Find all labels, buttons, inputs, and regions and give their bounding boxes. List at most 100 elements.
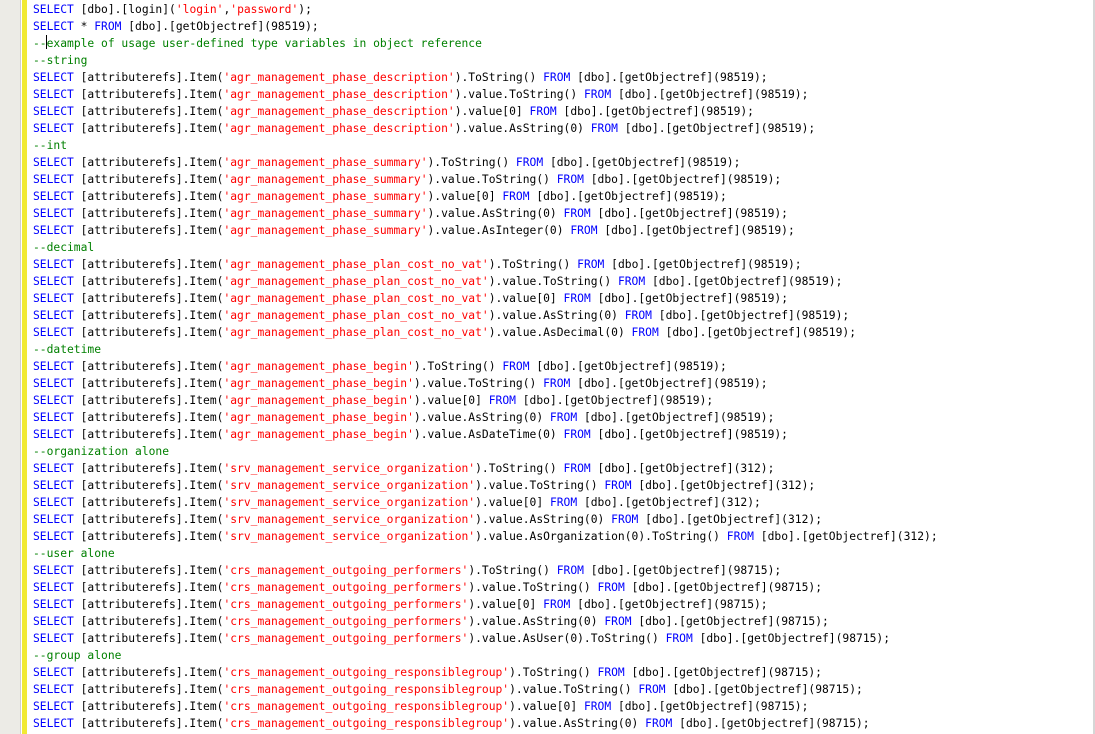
code-text: [attributerefs].Item( — [73, 513, 224, 526]
code-text: [attributerefs].Item( — [73, 207, 224, 220]
code-line[interactable]: --int — [33, 137, 1095, 154]
code-text: [attributerefs].Item( — [73, 156, 224, 169]
code-line[interactable]: SELECT [attributerefs].Item('agr_managem… — [33, 426, 1095, 443]
code-line[interactable]: SELECT [attributerefs].Item('agr_managem… — [33, 273, 1095, 290]
keyword-token: FROM — [665, 632, 693, 645]
code-line[interactable]: SELECT [attributerefs].Item('agr_managem… — [33, 409, 1095, 426]
keyword-token: FROM — [556, 564, 584, 577]
code-line[interactable]: SELECT [attributerefs].Item('agr_managem… — [33, 392, 1095, 409]
code-line[interactable]: SELECT [attributerefs].Item('agr_managem… — [33, 103, 1095, 120]
code-text: ).value[0] — [413, 394, 489, 407]
code-text: [dbo].[getObjectref](312); — [753, 530, 938, 543]
code-text: [attributerefs].Item( — [73, 377, 224, 390]
code-area[interactable]: SELECT [dbo].[login]('login','password')… — [33, 1, 1095, 732]
code-line[interactable]: SELECT [attributerefs].Item('agr_managem… — [33, 86, 1095, 103]
sql-query-editor[interactable]: SELECT [dbo].[login]('login','password')… — [0, 0, 1095, 734]
code-text: ); — [298, 3, 312, 16]
string-literal: 'crs_management_outgoing_responsiblegrou… — [223, 666, 510, 679]
code-text: [dbo].[getObjectref](98715); — [672, 717, 870, 730]
keyword-token: FROM — [617, 275, 646, 288]
code-text: [attributerefs].Item( — [73, 411, 224, 424]
code-line[interactable]: SELECT [attributerefs].Item('crs_managem… — [33, 579, 1095, 596]
code-text: ).value[0] — [509, 700, 584, 713]
keyword-token: FROM — [604, 479, 632, 492]
code-text: [dbo].[getObjectref](98715); — [570, 598, 768, 611]
code-line[interactable]: SELECT [attributerefs].Item('agr_managem… — [33, 171, 1095, 188]
code-text: [attributerefs].Item( — [73, 309, 224, 322]
code-line[interactable]: SELECT [attributerefs].Item('agr_managem… — [33, 154, 1095, 171]
code-text: [attributerefs].Item( — [73, 530, 224, 543]
comment-text: --datetime — [33, 343, 102, 356]
code-line[interactable]: SELECT [attributerefs].Item('srv_managem… — [33, 460, 1095, 477]
code-text: [attributerefs].Item( — [73, 428, 224, 441]
code-line[interactable]: SELECT [attributerefs].Item('agr_managem… — [33, 358, 1095, 375]
code-line[interactable]: SELECT [attributerefs].Item('agr_managem… — [33, 307, 1095, 324]
code-line[interactable]: SELECT [attributerefs].Item('crs_managem… — [33, 596, 1095, 613]
code-line[interactable]: SELECT [attributerefs].Item('crs_managem… — [33, 698, 1095, 715]
keyword-token: SELECT — [33, 394, 74, 407]
code-text: ).ToString() — [413, 360, 503, 373]
code-text: ).value.ToString() — [475, 479, 605, 492]
keyword-token: FROM — [583, 700, 612, 713]
keyword-token: FROM — [502, 360, 530, 373]
code-text: ).ToString() — [488, 258, 578, 271]
code-text: [attributerefs].Item( — [73, 326, 224, 339]
code-text: ).value[0] — [427, 190, 503, 203]
code-line[interactable]: SELECT [attributerefs].Item('agr_managem… — [33, 120, 1095, 137]
code-text: [dbo].[getObjectref](98519); — [597, 224, 795, 237]
keyword-token: SELECT — [33, 700, 74, 713]
code-line[interactable]: --user alone — [33, 545, 1095, 562]
keyword-token: SELECT — [33, 20, 74, 33]
code-text: ).value.AsString(0) — [454, 122, 591, 135]
code-text: ).value[0] — [475, 496, 550, 509]
code-line[interactable]: SELECT [attributerefs].Item('agr_managem… — [33, 324, 1095, 341]
code-text: [dbo].[login]( — [73, 3, 176, 16]
code-line[interactable]: SELECT [attributerefs].Item('agr_managem… — [33, 69, 1095, 86]
code-line[interactable]: SELECT [attributerefs].Item('crs_managem… — [33, 664, 1095, 681]
code-line[interactable]: SELECT [attributerefs].Item('agr_managem… — [33, 290, 1095, 307]
keyword-token: SELECT — [33, 122, 74, 135]
string-literal: 'crs_management_outgoing_performers' — [223, 581, 469, 594]
keyword-token: SELECT — [33, 513, 74, 526]
code-line[interactable]: SELECT [attributerefs].Item('agr_managem… — [33, 222, 1095, 239]
keyword-token: FROM — [583, 88, 612, 101]
keyword-token: FROM — [563, 292, 591, 305]
code-text: [attributerefs].Item( — [73, 462, 224, 475]
keyword-token: SELECT — [33, 683, 74, 696]
code-line[interactable]: SELECT [attributerefs].Item('agr_managem… — [33, 188, 1095, 205]
code-line[interactable]: SELECT [attributerefs].Item('crs_managem… — [33, 613, 1095, 630]
keyword-token: SELECT — [33, 496, 74, 509]
code-text: [dbo].[getObjectref](98715); — [631, 615, 829, 628]
code-line[interactable]: SELECT [attributerefs].Item('crs_managem… — [33, 562, 1095, 579]
code-line[interactable]: SELECT [attributerefs].Item('srv_managem… — [33, 494, 1095, 511]
code-line[interactable]: SELECT [attributerefs].Item('agr_managem… — [33, 256, 1095, 273]
code-text: [attributerefs].Item( — [73, 394, 224, 407]
code-line[interactable]: SELECT [attributerefs].Item('srv_managem… — [33, 511, 1095, 528]
code-line[interactable]: SELECT [attributerefs].Item('crs_managem… — [33, 630, 1095, 647]
code-line[interactable]: --organization alone — [33, 443, 1095, 460]
code-line[interactable]: SELECT [attributerefs].Item('agr_managem… — [33, 375, 1095, 392]
code-text: [dbo].[getObjectref](98715); — [583, 564, 782, 577]
code-line[interactable]: --group alone — [33, 647, 1095, 664]
code-text: [dbo].[getObjectref](98519); — [529, 360, 727, 373]
code-line[interactable]: SELECT [attributerefs].Item('crs_managem… — [33, 715, 1095, 732]
code-line[interactable]: --decimal — [33, 239, 1095, 256]
keyword-token: FROM — [543, 598, 571, 611]
code-line[interactable]: --example of usage user-defined type var… — [33, 35, 1095, 52]
code-text: [dbo].[getObjectref](98519); — [604, 258, 802, 271]
code-line[interactable]: SELECT [attributerefs].Item('crs_managem… — [33, 681, 1095, 698]
code-line[interactable]: SELECT [attributerefs].Item('agr_managem… — [33, 205, 1095, 222]
keyword-token: FROM — [604, 615, 632, 628]
code-line[interactable]: SELECT [attributerefs].Item('srv_managem… — [33, 477, 1095, 494]
keyword-token: FROM — [563, 428, 591, 441]
string-literal: 'agr_management_phase_description' — [223, 88, 455, 101]
code-line[interactable]: --datetime — [33, 341, 1095, 358]
code-line[interactable]: SELECT * FROM [dbo].[getObjectref](98519… — [33, 18, 1095, 35]
code-text: [attributerefs].Item( — [73, 122, 224, 135]
keyword-token: FROM — [577, 258, 605, 271]
keyword-token: SELECT — [33, 428, 74, 441]
code-text: [dbo].[getObjectref](98519); — [543, 156, 741, 169]
code-line[interactable]: --string — [33, 52, 1095, 69]
code-line[interactable]: SELECT [attributerefs].Item('srv_managem… — [33, 528, 1095, 545]
code-line[interactable]: SELECT [dbo].[login]('login','password')… — [33, 1, 1095, 18]
